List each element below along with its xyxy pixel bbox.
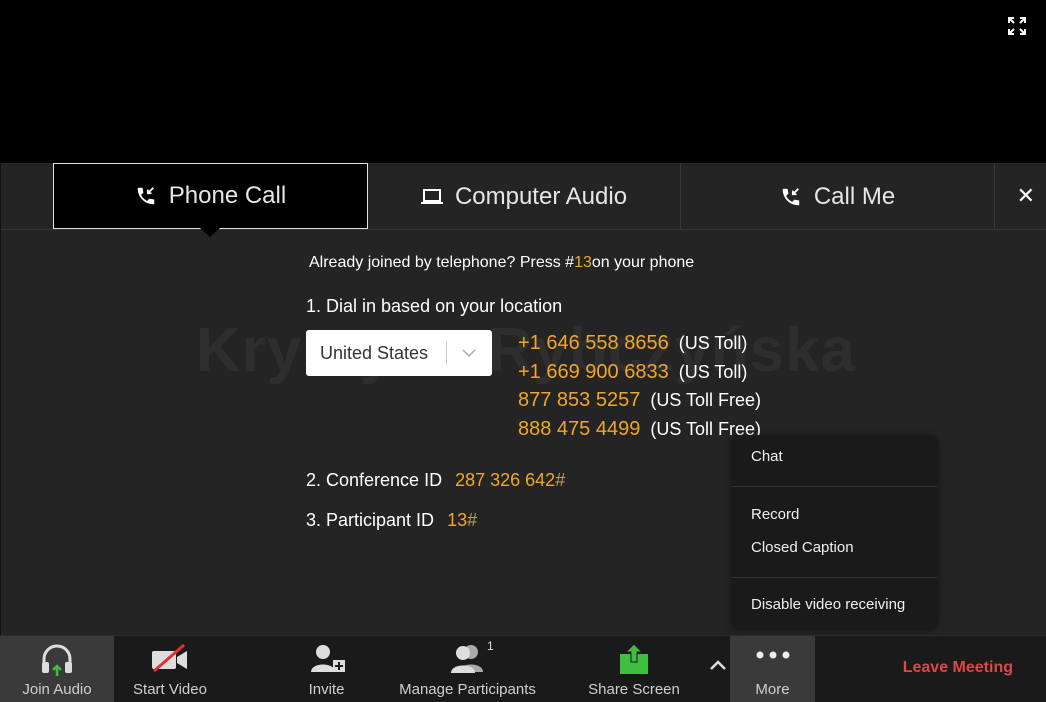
video-area: [0, 0, 1046, 163]
chevron-up-icon[interactable]: [708, 658, 728, 672]
join-audio-button[interactable]: Join Audio: [0, 636, 114, 702]
fullscreen-icon[interactable]: [1008, 17, 1026, 35]
participants-icon: [450, 645, 483, 673]
tab-phone-call-label: Phone Call: [168, 182, 287, 209]
more-button[interactable]: More: [730, 636, 815, 702]
tab-divider: [994, 163, 995, 230]
tab-computer-audio[interactable]: Computer Audio: [368, 163, 680, 230]
menu-item-chat[interactable]: Chat: [751, 448, 783, 465]
step-participant-id: 3. Participant ID 13#: [306, 510, 477, 531]
more-dots-icon: [756, 651, 789, 659]
dial-in-number[interactable]: 888 475 4499 (US Toll Free): [518, 418, 761, 441]
tab-phone-call[interactable]: Phone Call: [53, 163, 368, 237]
phone-incoming-icon: [137, 187, 155, 205]
share-screen-button[interactable]: Share Screen: [580, 636, 688, 702]
participant-id-value: 13: [447, 510, 468, 530]
manage-participants-label: Manage Participants: [399, 681, 536, 698]
menu-item-record[interactable]: Record: [751, 506, 799, 523]
dial-in-number[interactable]: +1 646 558 8656 (US Toll): [518, 332, 747, 355]
number-type: (US Toll): [678, 362, 748, 382]
number-type: (US Toll): [678, 333, 748, 353]
chevron-down-icon: [462, 349, 476, 358]
manage-participants-button[interactable]: 1 Manage Participants: [390, 636, 545, 702]
phone-number: 888 475 4499: [518, 418, 641, 440]
phone-number: 877 853 5257: [518, 389, 641, 411]
tab-call-me[interactable]: Call Me: [681, 163, 994, 230]
already-joined-text: Already joined by telephone? Press #13on…: [309, 254, 694, 272]
menu-divider: [732, 577, 937, 578]
audio-tabs: Phone Call Computer Audio Call Me ✕: [1, 163, 1046, 237]
participant-id-hash: #: [467, 510, 478, 530]
headphones-icon: [42, 644, 72, 676]
menu-item-disable-video[interactable]: Disable video receiving: [751, 596, 905, 613]
invite-button[interactable]: Invite: [280, 636, 373, 702]
participants-count-badge: 1: [487, 639, 494, 653]
join-audio-label: Join Audio: [22, 681, 92, 698]
leave-meeting-button[interactable]: Leave Meeting: [903, 659, 1013, 677]
phone-number: +1 669 900 6833: [518, 361, 669, 383]
number-type: (US Toll Free): [650, 390, 762, 410]
conference-id-label: 2. Conference ID: [306, 470, 443, 490]
share-screen-label: Share Screen: [588, 681, 680, 698]
menu-divider: [732, 486, 937, 487]
participant-code: 13: [574, 254, 592, 271]
video-off-icon: [152, 643, 187, 673]
more-label: More: [755, 681, 790, 698]
close-icon[interactable]: ✕: [1017, 185, 1035, 207]
country-select[interactable]: United States: [306, 330, 492, 376]
invite-label: Invite: [308, 681, 345, 698]
share-screen-icon: [620, 643, 648, 674]
already-joined-prefix: Already joined by telephone? Press #: [309, 254, 575, 271]
step-dial-in: 1. Dial in based on your location: [306, 296, 563, 316]
step-conference-id: 2. Conference ID 287 326 642#: [306, 470, 565, 491]
conference-id-hash: #: [555, 470, 566, 490]
tab-call-me-label: Call Me: [813, 182, 896, 210]
participant-id-label: 3. Participant ID: [306, 510, 435, 530]
menu-item-closed-caption[interactable]: Closed Caption: [751, 539, 854, 556]
more-menu: Chat Record Closed Caption Disable video…: [732, 435, 937, 628]
phone-number: +1 646 558 8656: [518, 332, 669, 354]
select-divider: [446, 342, 447, 364]
conference-id-value: 287 326 642: [455, 470, 556, 490]
meeting-toolbar: Join Audio Start Video Invite 1 Manage P…: [0, 635, 1046, 702]
start-video-label: Start Video: [133, 681, 207, 698]
tab-computer-audio-label: Computer Audio: [454, 182, 628, 210]
dial-in-number[interactable]: 877 853 5257 (US Toll Free): [518, 389, 761, 412]
dial-in-number[interactable]: +1 669 900 6833 (US Toll): [518, 361, 747, 384]
phone-outgoing-icon: [782, 187, 800, 205]
laptop-icon: [420, 188, 443, 204]
already-joined-suffix: on your phone: [591, 254, 695, 271]
start-video-button[interactable]: Start Video: [120, 636, 220, 702]
country-select-value: United States: [320, 342, 429, 363]
invite-user-icon: [310, 645, 345, 672]
